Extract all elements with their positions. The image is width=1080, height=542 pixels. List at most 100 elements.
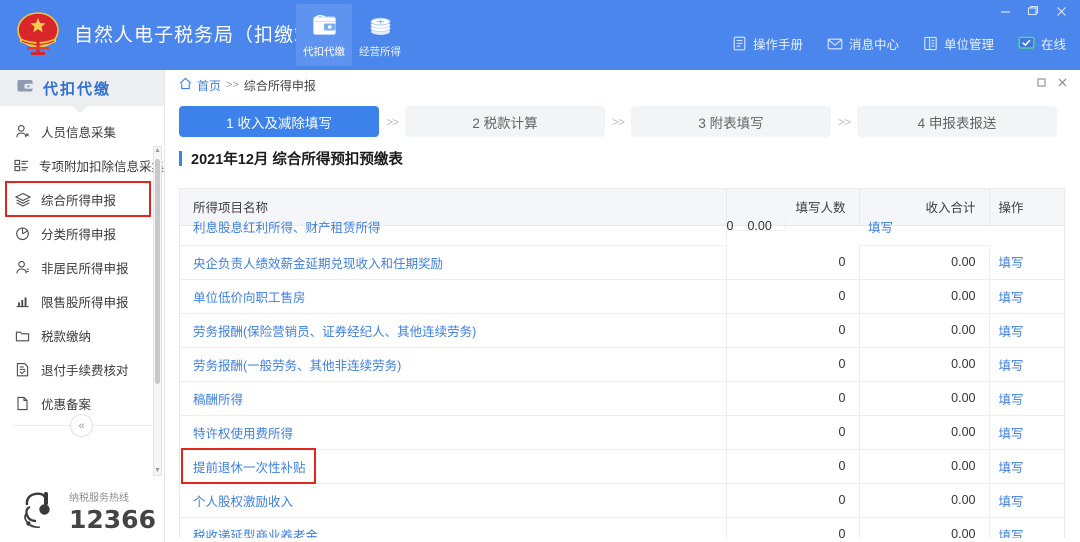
sidebar-item-personnel-info[interactable]: 人员信息采集: [0, 114, 164, 148]
step-1-income-deduction[interactable]: 1 收入及减除填写: [179, 106, 379, 137]
sidebar-item-comprehensive-income-declaration[interactable]: 综合所得申报: [5, 181, 151, 217]
step-label: 1 收入及减除填写: [226, 115, 332, 131]
row-count: 0: [726, 415, 860, 450]
title-accent-bar: [179, 151, 182, 166]
row-total: 0.00: [859, 517, 990, 538]
table-row[interactable]: 劳务报酬(保险营销员、证券经纪人、其他连续劳务) 0 0.00 填写: [180, 313, 1064, 348]
fill-action-link[interactable]: 填写: [999, 495, 1024, 509]
row-total: 0.00: [859, 245, 990, 280]
income-item-link[interactable]: 特许权使用费所得: [193, 427, 293, 441]
window-controls: [992, 2, 1074, 20]
sidebar-item-label: 专项附加扣除信息采集: [39, 159, 165, 174]
income-item-link[interactable]: 劳务报酬(一般劳务、其他非连续劳务): [193, 359, 401, 373]
fill-action-link[interactable]: 填写: [868, 217, 893, 236]
income-item-link[interactable]: 央企负责人绩效薪金延期兑现收入和任期奖励: [193, 257, 443, 271]
step-2-tax-calculation[interactable]: 2 税款计算: [405, 106, 605, 137]
chevron-double-left-icon[interactable]: «: [70, 414, 93, 437]
step-wizard: 1 收入及减除填写 >> 2 税款计算 >> 3 附表填写 >> 4 申报表报送: [165, 100, 1080, 137]
sidebar-item-nonresident-income-declaration[interactable]: 非居民所得申报: [0, 250, 164, 284]
menu-item-manual[interactable]: 操作手册: [732, 34, 803, 53]
table-row[interactable]: 劳务报酬(一般劳务、其他非连续劳务) 0 0.00 填写: [180, 347, 1064, 382]
scroll-down-arrow[interactable]: ▼: [154, 467, 161, 475]
module-tab-withholding[interactable]: 代扣代缴: [296, 4, 352, 66]
table-row[interactable]: 提前退休一次性补贴 0 0.00 填写: [180, 449, 1064, 484]
mail-icon: [827, 37, 843, 51]
restore-button[interactable]: [1020, 2, 1046, 20]
fill-action-link[interactable]: 填写: [999, 461, 1024, 475]
breadcrumb-home[interactable]: 首页: [179, 77, 221, 94]
income-item-link[interactable]: 劳务报酬(保险营销员、证券经纪人、其他连续劳务): [193, 325, 476, 339]
menu-item-messages[interactable]: 消息中心: [827, 34, 899, 53]
folder-icon: [14, 328, 31, 343]
minimize-button[interactable]: [992, 2, 1018, 20]
breadcrumb-home-label: 首页: [197, 78, 222, 93]
table-body: 利息股息红利所得、财产租赁所得 0 0.00 填写 央企负责人绩效薪金延期兑现收…: [180, 219, 1064, 538]
table-row[interactable]: 税收递延型商业养老金 0 0.00 填写: [180, 517, 1064, 538]
table-row[interactable]: 利息股息红利所得、财产租赁所得 0 0.00 填写: [180, 219, 1064, 246]
sidebar-collapse-row: «: [0, 410, 165, 440]
step-separator: >>: [385, 114, 399, 129]
income-item-link[interactable]: 税收递延型商业养老金: [193, 529, 318, 539]
sidebar-menu: 人员信息采集 专项附加扣除信息采集 综合所得申报 分类所得申报 非居民所得申报 …: [0, 106, 164, 476]
row-count: 0: [726, 449, 860, 484]
sidebar-item-classified-income-declaration[interactable]: 分类所得申报: [0, 216, 164, 250]
step-3-attachment-fill[interactable]: 3 附表填写: [631, 106, 831, 137]
module-tab-label: 代扣代缴: [303, 46, 345, 58]
building-icon: [923, 36, 938, 51]
column-header-action: 操作: [989, 189, 1064, 226]
table-row[interactable]: 单位低价向职工售房 0 0.00 填写: [180, 279, 1064, 314]
menu-item-label: 操作手册: [752, 38, 803, 52]
top-menu: 操作手册 消息中心 单位管理 在线: [732, 34, 1066, 53]
menu-item-label: 在线: [1040, 38, 1066, 52]
sidebar-item-restricted-stock-declaration[interactable]: 限售股所得申报: [0, 284, 164, 318]
form-sub-title: 2021年12月 综合所得预扣预缴表: [165, 137, 1080, 178]
application-window: 自然人电子税务局（扣缴端） 代扣代缴 经营所得 操作手册 消息中心 单位管理 在…: [0, 0, 1080, 542]
income-item-link[interactable]: 利息股息红利所得、财产租赁所得: [193, 217, 381, 236]
app-title: 自然人电子税务局（扣缴端）: [74, 23, 335, 46]
sidebar-item-label: 综合所得申报: [41, 193, 117, 208]
income-item-link[interactable]: 单位低价向职工售房: [193, 291, 306, 305]
income-item-link[interactable]: 提前退休一次性补贴: [193, 461, 306, 475]
step-label: 2 税款计算: [472, 115, 538, 131]
row-total: 0.00: [859, 347, 990, 382]
table-row[interactable]: 特许权使用费所得 0 0.00 填写: [180, 415, 1064, 450]
panel-controls: [1036, 77, 1068, 91]
home-icon: [179, 77, 192, 93]
income-item-link[interactable]: 个人股权激励收入: [193, 495, 293, 509]
fill-action-link[interactable]: 填写: [999, 529, 1024, 539]
table-row[interactable]: 央企负责人绩效薪金延期兑现收入和任期奖励 0 0.00 填写: [180, 245, 1064, 280]
sidebar-item-tax-payment[interactable]: 税款缴纳: [0, 318, 164, 352]
row-count: 0: [726, 517, 860, 538]
table-row[interactable]: 个人股权激励收入 0 0.00 填写: [180, 483, 1064, 518]
fill-action-link[interactable]: 填写: [999, 291, 1024, 305]
fill-action-link[interactable]: 填写: [999, 325, 1024, 339]
fill-action-link[interactable]: 填写: [999, 256, 1024, 270]
document-check-icon: [14, 362, 31, 377]
brand: 自然人电子税务局（扣缴端）: [14, 8, 334, 58]
fill-action-link[interactable]: 填写: [999, 359, 1024, 373]
fill-action-link[interactable]: 填写: [999, 427, 1024, 441]
scrollbar-thumb[interactable]: [155, 159, 160, 384]
row-count: 0: [726, 313, 860, 348]
sidebar-header-label: 代扣代缴: [43, 80, 112, 98]
income-item-link[interactable]: 稿酬所得: [193, 393, 243, 407]
breadcrumb-separator: >>: [226, 79, 239, 91]
menu-item-online-status[interactable]: 在线: [1018, 34, 1066, 53]
pie-chart-icon: [14, 226, 31, 241]
sidebar-item-label: 限售股所得申报: [41, 295, 129, 310]
sidebar-item-refund-fee-check[interactable]: 退付手续费核对: [0, 352, 164, 386]
layers-icon: [14, 192, 31, 207]
maximize-icon[interactable]: [1036, 77, 1047, 91]
table-row[interactable]: 稿酬所得 0 0.00 填写: [180, 381, 1064, 416]
fill-action-link[interactable]: 填写: [999, 393, 1024, 407]
menu-item-org-management[interactable]: 单位管理: [923, 34, 994, 53]
scroll-up-arrow[interactable]: ▲: [154, 147, 161, 155]
form-sub-title-text: 2021年12月 综合所得预扣预缴表: [191, 152, 403, 168]
close-button[interactable]: [1048, 2, 1074, 20]
hotline-number: 12366: [69, 504, 156, 534]
close-icon[interactable]: [1057, 77, 1068, 91]
sidebar-item-special-deduction-info[interactable]: 专项附加扣除信息采集: [0, 148, 164, 182]
module-tab-business-income[interactable]: 经营所得: [352, 4, 408, 66]
step-4-declaration-submit[interactable]: 4 申报表报送: [857, 106, 1057, 137]
wallet-icon: [311, 10, 338, 42]
